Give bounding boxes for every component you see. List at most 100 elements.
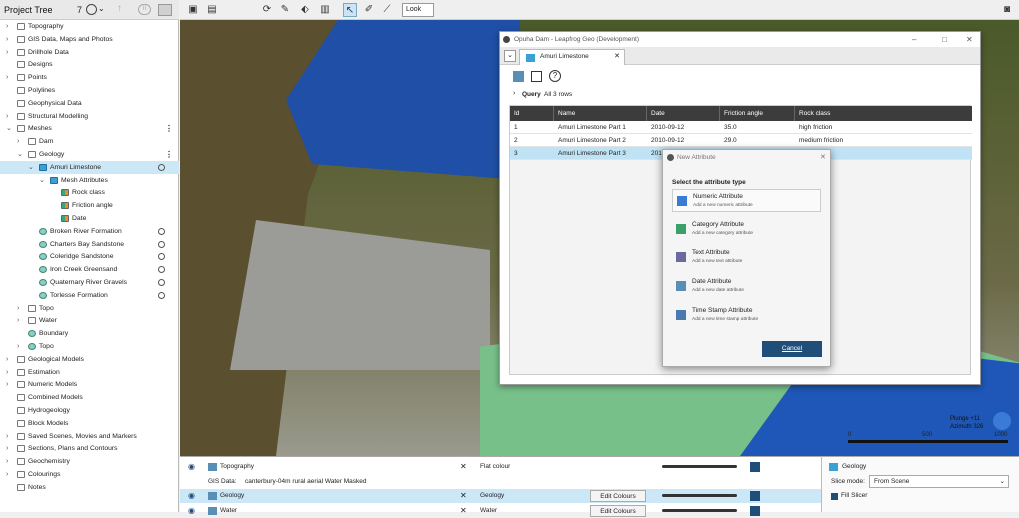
table-row[interactable]: 1 Amuri Limestone Part 1 2010-09-12 35.0 hig… [510, 121, 972, 134]
expand-caret-icon[interactable]: › [17, 135, 19, 148]
play-icon[interactable] [750, 505, 760, 516]
attribute-type-option[interactable]: Text Attribute Add a new text attribute [672, 246, 821, 269]
expand-caret-icon[interactable]: ⌄ [28, 161, 34, 174]
expand-caret-icon[interactable]: › [6, 442, 8, 455]
table-cell[interactable]: 3 [510, 147, 518, 160]
opacity-slider[interactable] [662, 494, 737, 497]
tree-item[interactable]: › Saved Scenes, Movies and Markers [0, 430, 179, 443]
tree-item[interactable]: Block Models [0, 417, 179, 430]
restore-view-icon[interactable]: ▤ [205, 3, 219, 17]
col-date[interactable]: Date [647, 106, 720, 121]
cancel-button[interactable]: Cancel [762, 341, 822, 357]
table-cell[interactable]: 2010-09-12 [647, 134, 684, 147]
fill-slicer-checkbox[interactable] [831, 493, 838, 500]
tree-item[interactable]: › Topo [0, 302, 179, 315]
expand-caret-icon[interactable]: › [6, 110, 8, 123]
tree-item[interactable]: › Colourings [0, 468, 179, 481]
col-friction-angle[interactable]: Friction angle [720, 106, 795, 121]
select-arrow-icon[interactable]: ↖ [343, 3, 357, 17]
shown-object-row[interactable]: GIS Data: canterbury-04m rural aerial Wat… [180, 475, 821, 489]
edit-icon[interactable]: ✐ [362, 3, 376, 17]
edit-colours-button[interactable]: Edit Colours [590, 490, 646, 502]
visibility-eye-icon[interactable]: ◉ [188, 489, 195, 503]
tree-item[interactable]: › Geological Models [0, 353, 179, 366]
expand-caret-icon[interactable]: › [6, 366, 8, 379]
slice-mode-select[interactable]: From Scene ⌄ [869, 475, 1009, 488]
tree-item[interactable]: Combined Models [0, 391, 179, 404]
query-label[interactable]: Query [522, 91, 541, 98]
remove-icon[interactable]: ✕ [460, 460, 467, 474]
table-row[interactable]: 2 Amuri Limestone Part 2 2010-09-12 29.0 med… [510, 134, 972, 147]
pause-icon[interactable]: II [138, 4, 151, 15]
tree-item[interactable]: Hydrogeology [0, 404, 179, 417]
clock-icon[interactable] [158, 291, 165, 299]
more-options-icon[interactable]: ⋮ [165, 148, 173, 161]
clock-icon[interactable] [158, 163, 165, 171]
save-icon[interactable] [531, 71, 542, 82]
dialog-close-icon[interactable]: ✕ [820, 153, 826, 161]
attribute-type-option[interactable]: Time Stamp Attribute Add a new time stamp… [672, 304, 821, 327]
table-cell[interactable]: Amuri Limestone Part 2 [554, 134, 626, 147]
tree-item[interactable]: Boundary [0, 327, 179, 340]
expand-caret-icon[interactable]: › [17, 302, 19, 315]
tree-item[interactable]: Charters Bay Sandstone [0, 238, 179, 251]
shown-object-row[interactable]: ◉ Geology ✕ Geology Edit Colours [180, 489, 821, 503]
table-cell[interactable]: 2010-09-12 [647, 121, 684, 134]
expand-caret-icon[interactable]: › [6, 468, 8, 481]
tree-item[interactable]: Torlesse Formation [0, 289, 179, 302]
tree-item[interactable]: Designs [0, 58, 179, 71]
expand-caret-icon[interactable]: › [17, 314, 19, 327]
tree-item[interactable]: › Numeric Models [0, 378, 179, 391]
tree-item[interactable]: Rock class [0, 186, 179, 199]
expand-caret-icon[interactable]: ⌄ [17, 148, 23, 161]
clock-icon[interactable] [158, 279, 165, 286]
table-cell[interactable]: medium friction [795, 134, 843, 147]
tree-item[interactable]: Date [0, 212, 179, 225]
tree-item[interactable]: › Geochemistry [0, 455, 179, 468]
tree-item[interactable]: › Sections, Plans and Contours [0, 442, 179, 455]
shown-object-row[interactable]: ◉ Topography ✕ Flat colour [180, 460, 821, 474]
opacity-slider[interactable] [662, 465, 737, 468]
expand-caret-icon[interactable]: › [6, 353, 8, 366]
table-cell[interactable]: 35.0 [720, 121, 737, 134]
look-dropdown[interactable]: Look [402, 3, 434, 17]
expand-caret-icon[interactable]: › [6, 378, 8, 391]
attribute-type-option[interactable]: Category Attribute Add a new category att… [672, 218, 821, 241]
rotate-icon[interactable]: ⟳ [260, 3, 274, 17]
camera-icon[interactable]: ◙ [1000, 3, 1014, 17]
tree-item[interactable]: › Dam [0, 135, 179, 148]
expand-caret-icon[interactable]: ⌄ [39, 174, 45, 187]
clock-icon[interactable] [158, 253, 165, 261]
save-view-icon[interactable]: ▣ [186, 3, 200, 17]
help-icon[interactable]: ? [549, 70, 561, 82]
slicer-icon[interactable]: ⬖ [298, 3, 312, 17]
compass-icon[interactable] [993, 412, 1011, 430]
tree-item[interactable]: ⌄ Meshes ⋮ [0, 122, 179, 135]
close-icon[interactable]: ✕ [966, 32, 973, 47]
colouring-select[interactable]: Flat colour [480, 460, 510, 474]
col-id[interactable]: Id [510, 106, 554, 121]
opacity-slider[interactable] [662, 508, 737, 512]
remove-icon[interactable]: ✕ [460, 504, 467, 518]
tree-item[interactable]: › Water [0, 314, 179, 327]
expand-caret-icon[interactable]: › [6, 33, 8, 46]
tree-item[interactable]: › Points [0, 71, 179, 84]
maximize-icon[interactable]: □ [942, 32, 947, 47]
expand-caret-icon[interactable]: › [6, 71, 8, 84]
tree-item[interactable]: Geophysical Data [0, 97, 179, 110]
panel-layout-icon[interactable] [158, 4, 172, 16]
table-cell[interactable]: high friction [795, 121, 832, 134]
tree-item[interactable]: Polylines [0, 84, 179, 97]
more-options-icon[interactable]: ⋮ [165, 122, 173, 135]
visibility-eye-icon[interactable]: ◉ [188, 504, 195, 518]
expand-caret-icon[interactable]: › [6, 46, 8, 59]
attribute-type-option[interactable]: Numeric Attribute Add a new numeric attri… [672, 189, 821, 212]
clock-icon[interactable] [158, 227, 165, 235]
table-cell[interactable]: Amuri Limestone Part 1 [554, 121, 626, 134]
tab-amuri-limestone[interactable]: Amuri Limestone ✕ [519, 49, 625, 65]
table-cell[interactable]: Amuri Limestone Part 3 [554, 147, 626, 160]
gis-data-select[interactable]: canterbury-04m rural aerial Water Masked [242, 475, 367, 489]
add-attribute-icon[interactable] [513, 71, 524, 82]
tree-item[interactable]: Coleridge Sandstone [0, 250, 179, 263]
table-cell[interactable]: 2 [510, 134, 518, 147]
